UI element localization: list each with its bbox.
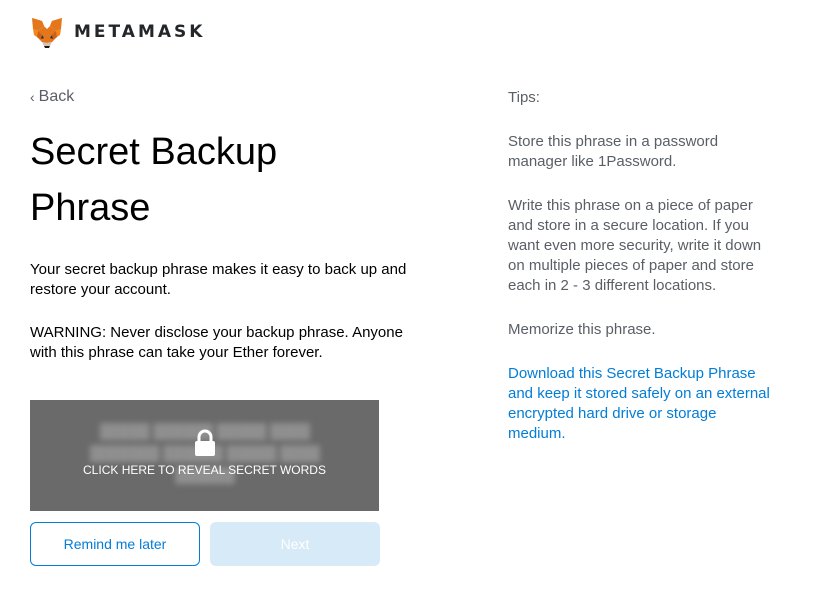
- brand-name: METAMASK: [74, 22, 206, 42]
- reveal-label: CLICK HERE TO REVEAL SECRET WORDS: [83, 462, 326, 477]
- header: METAMASK: [30, 14, 205, 50]
- reveal-secret-words-overlay[interactable]: █████ ██████ █████ ████ ███████ ██████ █…: [30, 400, 379, 511]
- back-label: Back: [38, 88, 75, 105]
- lock-icon: [194, 429, 215, 456]
- download-backup-phrase-link[interactable]: Download this Secret Backup Phrase and k…: [508, 364, 778, 444]
- description-text: Your secret backup phrase makes it easy …: [30, 261, 407, 298]
- remind-me-later-button[interactable]: Remind me later: [30, 522, 200, 566]
- tip-item: Memorize this phrase.: [508, 321, 656, 338]
- chevron-left-icon: ‹: [30, 89, 35, 105]
- tips-title: Tips:: [508, 89, 540, 106]
- next-button[interactable]: Next: [210, 522, 380, 566]
- warning-text: WARNING: Never disclose your backup phra…: [30, 324, 403, 361]
- metamask-fox-icon: [32, 18, 62, 48]
- tips-panel: Tips: Store this phrase in a password ma…: [508, 88, 778, 468]
- tip-item: Store this phrase in a password manager …: [508, 133, 719, 170]
- tip-item: Write this phrase on a piece of paper an…: [508, 197, 762, 294]
- back-link[interactable]: ‹ Back: [30, 88, 74, 106]
- page-title: Secret Backup Phrase: [30, 131, 278, 229]
